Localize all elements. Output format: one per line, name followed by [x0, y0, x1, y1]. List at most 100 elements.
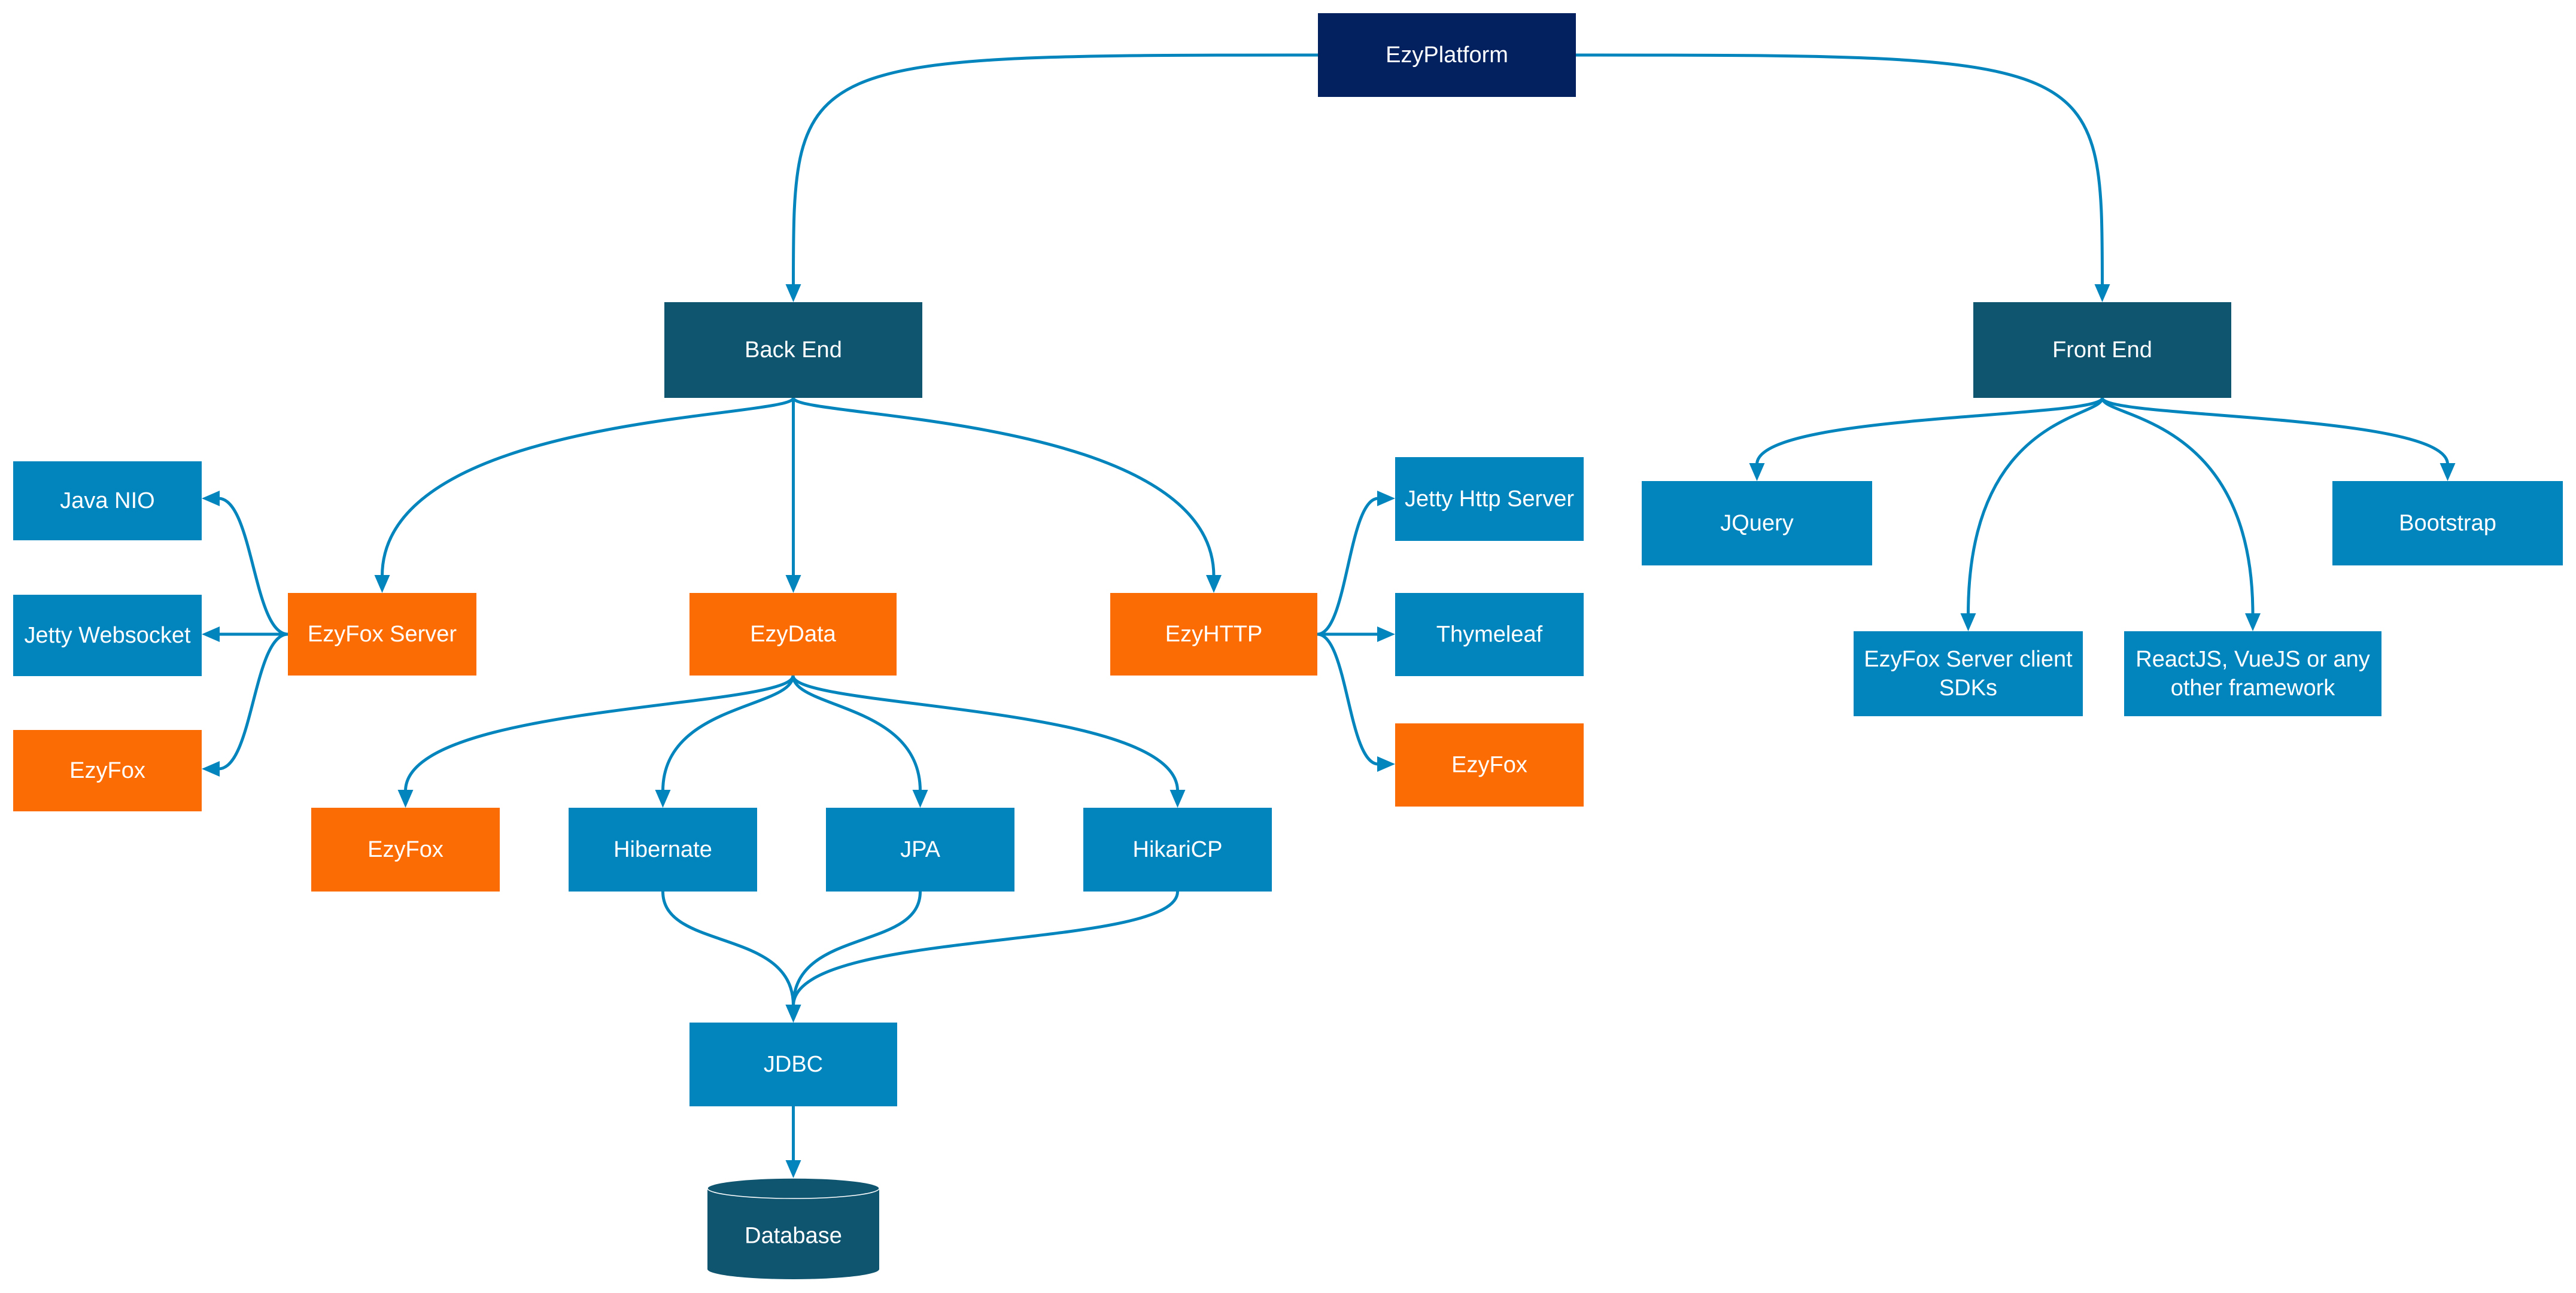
edge-hibernate-to-jdbc: [661, 891, 801, 1023]
node-jetty-websocket[interactable]: Jetty Websocket: [13, 595, 202, 676]
node-ezyfox-data[interactable]: EzyFox: [311, 808, 500, 892]
arrowhead-icon: [785, 1160, 801, 1178]
node-thymeleaf[interactable]: Thymeleaf: [1395, 593, 1584, 676]
connector-line: [218, 497, 288, 636]
arrowhead-icon: [785, 284, 801, 302]
node-ezydata[interactable]: EzyData: [689, 593, 897, 676]
connector-line: [381, 397, 795, 577]
arrowhead-icon: [202, 491, 220, 506]
arrowhead-icon: [1206, 575, 1222, 593]
node-label: Jetty Http Server: [1405, 486, 1574, 512]
arrowhead-icon: [397, 790, 414, 808]
edge-backend-to-ezydata: [785, 398, 801, 593]
node-label: Jetty Websocket: [24, 623, 191, 648]
edge-jpa-to-jdbc: [785, 891, 922, 1023]
architecture-diagram: EzyPlatform Back End Front End EzyFox Serve…: [13, 13, 2563, 1279]
node-label: EzyFox: [367, 837, 443, 862]
node-jpa[interactable]: JPA: [826, 808, 1014, 892]
connector-line: [792, 891, 922, 1006]
arrowhead-icon: [1169, 790, 1186, 808]
nodes-layer: EzyPlatform Back End Front End EzyFox Serve…: [13, 13, 2563, 1279]
connector-line: [1575, 53, 2104, 286]
edge-frontend-to-ezyfox_sdks: [1960, 397, 2104, 631]
node-label: EzyHTTP: [1165, 622, 1263, 647]
arrowhead-icon: [2094, 284, 2110, 302]
connector-line: [661, 891, 795, 1006]
edge-backend-to-ezyhttp: [792, 397, 1222, 593]
node-label-line: other framework: [2171, 676, 2336, 701]
node-label-line: ReactJS, VueJS or any: [2135, 647, 2370, 672]
arrowhead-icon: [1377, 756, 1395, 772]
edge-hikaricp-to-jdbc: [785, 891, 1179, 1023]
arrowhead-icon: [2440, 463, 2456, 481]
node-reactjs[interactable]: ReactJS, VueJS or any other framework: [2124, 631, 2381, 716]
connector-line: [1967, 397, 2104, 615]
edge-ezyplatform-to-backend: [785, 53, 1319, 302]
connector-line: [792, 397, 1216, 577]
node-backend[interactable]: Back End: [664, 302, 922, 398]
node-ezyplatform[interactable]: EzyPlatform: [1318, 13, 1576, 97]
node-label: JPA: [900, 837, 941, 862]
node-ezyfox-server[interactable]: EzyFox Server: [288, 593, 476, 676]
edge-frontend-to-reactjs: [2101, 397, 2261, 631]
edge-ezyfox_server-to-ezyfox_left: [202, 632, 288, 777]
node-label: JQuery: [1720, 511, 1793, 536]
edge-jdbc-to-database: [785, 1106, 801, 1178]
connector-line: [2101, 397, 2255, 615]
node-ezyfox-left[interactable]: EzyFox: [13, 730, 202, 811]
node-database[interactable]: Database: [707, 1178, 880, 1279]
node-label: Hibernate: [613, 837, 712, 862]
edge-ezyhttp-to-ezyfox_http: [1317, 632, 1395, 772]
node-label: JDBC: [764, 1052, 823, 1077]
node-jquery[interactable]: JQuery: [1642, 481, 1872, 565]
connector-line: [792, 891, 1179, 1006]
connector-line: [2101, 397, 2449, 465]
node-jetty-http[interactable]: Jetty Http Server: [1395, 457, 1584, 541]
node-bootstrap[interactable]: Bootstrap: [2332, 481, 2563, 565]
connector-line: [791, 675, 1179, 792]
connector-line: [1317, 632, 1379, 766]
node-label: EzyData: [750, 622, 836, 647]
node-ezyfox-sdks[interactable]: EzyFox Server client SDKs: [1854, 631, 2083, 716]
node-label: HikariCP: [1133, 837, 1223, 862]
node-label: EzyFox: [1451, 753, 1527, 778]
edge-ezyhttp-to-jetty_http: [1317, 491, 1395, 636]
arrowhead-icon: [374, 575, 390, 593]
edge-ezydata-to-hikaricp: [791, 675, 1186, 808]
arrowhead-icon: [785, 1005, 801, 1023]
edge-backend-to-ezyfox_server: [374, 397, 795, 593]
edge-ezyplatform-to-frontend: [1575, 53, 2110, 302]
node-label: Thymeleaf: [1436, 622, 1543, 647]
node-label-line: SDKs: [1939, 676, 1997, 701]
node-label: Front End: [2052, 337, 2152, 363]
arrowhead-icon: [1377, 491, 1395, 506]
node-box: [2124, 631, 2381, 716]
node-label-line: EzyFox Server client: [1864, 647, 2073, 672]
node-label: Java NIO: [60, 488, 154, 513]
arrowhead-icon: [912, 790, 928, 808]
edges-layer: [202, 53, 2456, 1178]
node-ezyhttp[interactable]: EzyHTTP: [1110, 593, 1317, 676]
node-frontend[interactable]: Front End: [1973, 302, 2231, 398]
node-hibernate[interactable]: Hibernate: [569, 808, 757, 892]
arrowhead-icon: [2245, 613, 2261, 631]
arrowhead-icon: [1377, 626, 1395, 642]
node-jdbc[interactable]: JDBC: [689, 1023, 897, 1106]
node-label: EzyFox Server: [308, 622, 457, 647]
arrowhead-icon: [785, 575, 801, 593]
connector-line: [661, 675, 795, 792]
node-ezyfox-http[interactable]: EzyFox: [1395, 723, 1584, 807]
arrowhead-icon: [202, 761, 220, 777]
node-java-nio[interactable]: Java NIO: [13, 461, 202, 540]
node-label: Database: [745, 1224, 842, 1249]
edge-frontend-to-jquery: [1749, 397, 2104, 481]
connector-line: [404, 675, 795, 792]
arrowhead-icon: [1960, 613, 1976, 631]
connector-line: [792, 53, 1319, 286]
node-box: [1854, 631, 2083, 716]
arrowhead-icon: [655, 790, 671, 808]
connector-line: [1317, 497, 1379, 636]
connector-line: [218, 632, 288, 771]
edge-ezyfox_server-to-java_nio: [202, 491, 288, 636]
node-hikaricp[interactable]: HikariCP: [1083, 808, 1272, 892]
